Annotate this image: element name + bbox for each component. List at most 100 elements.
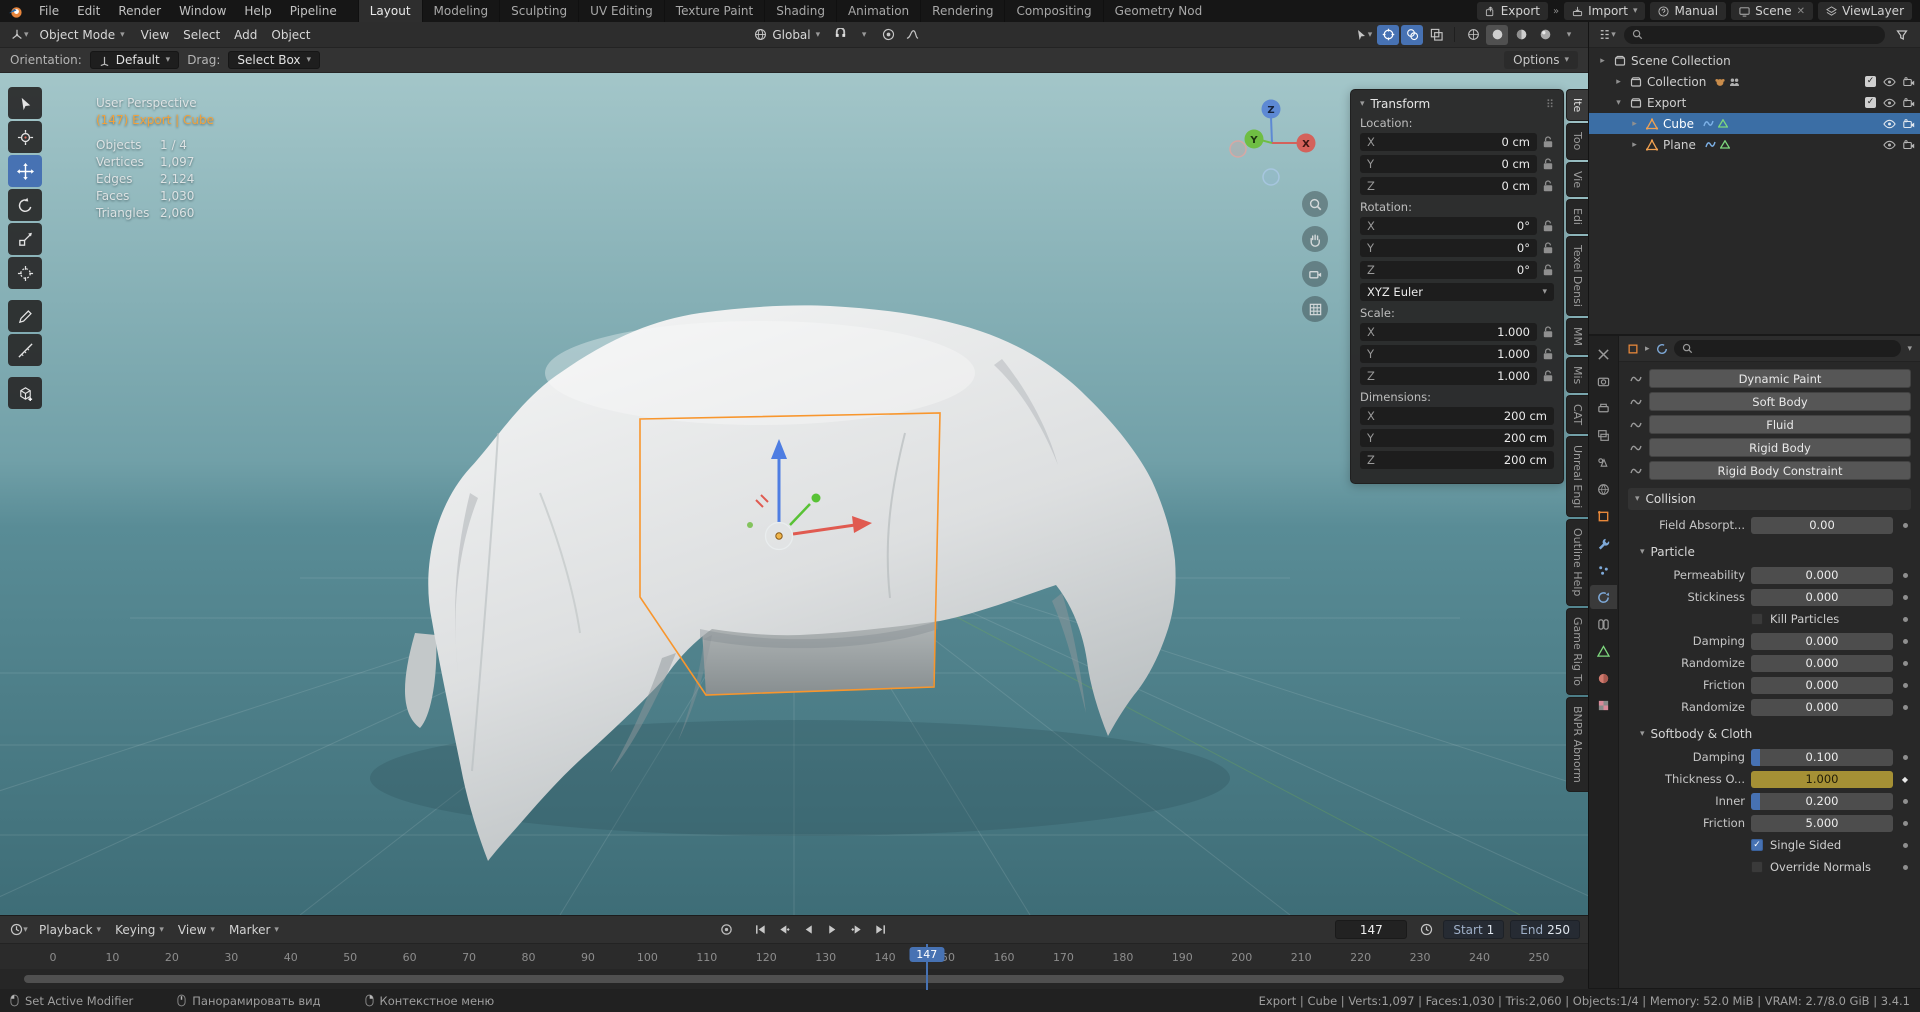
jump-to-end-button[interactable] bbox=[870, 920, 892, 939]
particles-tab-icon[interactable] bbox=[1590, 558, 1617, 582]
drag-setting-dropdown[interactable]: Select Box ▾ bbox=[228, 51, 320, 69]
sidebar-tab[interactable]: Vie bbox=[1566, 162, 1588, 197]
checkbox[interactable] bbox=[1751, 613, 1763, 625]
camera-view-icon[interactable] bbox=[1302, 261, 1328, 287]
timeline-menu-item[interactable]: Marker▾ bbox=[222, 923, 286, 937]
snap-magnet-icon[interactable] bbox=[829, 25, 851, 45]
viewlayer-selector[interactable]: ViewLayer bbox=[1818, 2, 1912, 20]
disable-render-camera-icon[interactable] bbox=[1903, 77, 1915, 87]
current-frame-badge[interactable]: 147 bbox=[909, 947, 944, 962]
viewport-menu-item[interactable]: Add bbox=[227, 27, 264, 43]
lock-icon[interactable] bbox=[1542, 158, 1554, 170]
lock-icon[interactable] bbox=[1542, 242, 1554, 254]
zoom-icon[interactable] bbox=[1302, 191, 1328, 217]
show-overlays-toggle[interactable] bbox=[1401, 25, 1423, 45]
annotate-tool-button[interactable] bbox=[8, 300, 42, 332]
outliner-row-collection[interactable]: ▸ Collection ✓ bbox=[1589, 71, 1920, 92]
animate-dot-icon[interactable] bbox=[1899, 755, 1911, 760]
animate-dot-icon[interactable] bbox=[1899, 617, 1911, 622]
sidebar-tab[interactable]: BNPR Abnorm bbox=[1566, 697, 1588, 792]
viewport-menu-item[interactable]: Select bbox=[176, 27, 227, 43]
toggle-xray-icon[interactable] bbox=[1425, 25, 1447, 45]
frame-start-field[interactable]: Start 1 bbox=[1443, 920, 1504, 939]
scale-tool-button[interactable] bbox=[8, 223, 42, 255]
render-tab-icon[interactable] bbox=[1590, 369, 1617, 393]
editor-type-icon[interactable]: ▾ bbox=[8, 25, 31, 45]
drag-grip-icon[interactable]: ⠿ bbox=[1546, 98, 1554, 111]
value-slider[interactable]: 0.000 bbox=[1751, 677, 1893, 694]
use-preview-range-icon[interactable] bbox=[1415, 920, 1437, 940]
sidebar-tab[interactable]: MM bbox=[1566, 318, 1588, 355]
transform-tool-button[interactable] bbox=[8, 257, 42, 289]
workspace-tab[interactable]: Compositing bbox=[1004, 0, 1102, 22]
topbar-menu-item[interactable]: Help bbox=[235, 0, 280, 22]
viewport-menu-item[interactable]: Object bbox=[264, 27, 317, 43]
shading-solid-icon[interactable] bbox=[1486, 25, 1508, 45]
disclosure-icon[interactable]: ▸ bbox=[1613, 77, 1624, 87]
checkbox[interactable] bbox=[1751, 839, 1763, 851]
grid-view-icon[interactable] bbox=[1302, 296, 1328, 322]
outliner-row-export[interactable]: ▾ Export ✓ bbox=[1589, 92, 1920, 113]
animate-dot-icon[interactable] bbox=[1899, 821, 1911, 826]
number-field[interactable]: X200 cm bbox=[1360, 407, 1554, 425]
animate-dot-icon[interactable] bbox=[1899, 523, 1911, 528]
animate-dot-icon[interactable] bbox=[1899, 573, 1911, 578]
timeline-editor-icon[interactable]: ▾ bbox=[8, 920, 30, 940]
sidebar-tab[interactable]: Game Rig To bbox=[1566, 608, 1588, 695]
sidebar-tab[interactable]: Too bbox=[1566, 123, 1588, 159]
sidebar-tab[interactable]: Ite bbox=[1566, 89, 1588, 121]
enable-physics-button[interactable]: Fluid bbox=[1649, 415, 1911, 434]
falloff-curve-icon[interactable] bbox=[901, 25, 923, 45]
options-button[interactable]: Options ▾ bbox=[1504, 51, 1578, 69]
disable-render-camera-icon[interactable] bbox=[1903, 140, 1915, 150]
tool-tab-icon[interactable] bbox=[1590, 342, 1617, 366]
animate-dot-icon[interactable] bbox=[1899, 843, 1911, 848]
constraints-tab-icon[interactable] bbox=[1590, 612, 1617, 636]
number-field[interactable]: X0° bbox=[1360, 217, 1537, 235]
move-tool-button[interactable] bbox=[8, 155, 42, 187]
play-reverse-button[interactable] bbox=[798, 920, 820, 939]
shading-material-icon[interactable] bbox=[1510, 25, 1532, 45]
modifiers-tab-icon[interactable] bbox=[1590, 531, 1617, 555]
sidebar-tab[interactable]: Unreal Engi bbox=[1566, 436, 1588, 517]
animate-dot-icon[interactable] bbox=[1899, 683, 1911, 688]
sidebar-tab[interactable]: Edi bbox=[1566, 199, 1588, 234]
hide-eye-icon[interactable] bbox=[1883, 140, 1896, 150]
shading-rendered-icon[interactable] bbox=[1534, 25, 1556, 45]
workspace-tab[interactable]: Shading bbox=[764, 0, 836, 22]
measure-tool-button[interactable] bbox=[8, 334, 42, 366]
animate-dot-icon[interactable] bbox=[1899, 661, 1911, 666]
hide-eye-icon[interactable] bbox=[1883, 119, 1896, 129]
field-absorption-field[interactable]: 0.00 bbox=[1751, 517, 1893, 534]
lock-icon[interactable] bbox=[1542, 326, 1554, 338]
outliner-editor-icon[interactable]: ▾ bbox=[1596, 25, 1618, 45]
hide-eye-icon[interactable] bbox=[1883, 98, 1896, 108]
frame-end-field[interactable]: End 250 bbox=[1510, 920, 1580, 939]
scene-tab-icon[interactable] bbox=[1590, 450, 1617, 474]
value-slider[interactable]: 0.000 bbox=[1751, 655, 1893, 672]
workspace-tab[interactable]: Animation bbox=[836, 0, 920, 22]
lock-icon[interactable] bbox=[1542, 220, 1554, 232]
disable-render-camera-icon[interactable] bbox=[1903, 98, 1915, 108]
snap-settings-dropdown[interactable]: ▾ bbox=[853, 25, 875, 45]
enable-physics-button[interactable]: Rigid Body bbox=[1649, 438, 1911, 457]
properties-search-input[interactable] bbox=[1698, 342, 1894, 356]
sidebar-tab[interactable]: Mis bbox=[1566, 357, 1588, 393]
number-field[interactable]: Y0 cm bbox=[1360, 155, 1537, 173]
value-slider[interactable]: 0.000 bbox=[1751, 633, 1893, 650]
import-button[interactable]: Import ▾ bbox=[1564, 2, 1645, 20]
number-field[interactable]: Z1.000 bbox=[1360, 367, 1537, 385]
workspace-tab[interactable]: Layout bbox=[358, 0, 422, 22]
shading-wireframe-icon[interactable] bbox=[1462, 25, 1484, 45]
outliner-search[interactable] bbox=[1624, 26, 1885, 44]
number-field[interactable]: Z200 cm bbox=[1360, 451, 1554, 469]
timeline-scrollbar[interactable] bbox=[24, 975, 1564, 983]
object-tab-icon[interactable] bbox=[1590, 504, 1617, 528]
current-frame-field[interactable]: 147 bbox=[1335, 920, 1407, 939]
workspace-tab[interactable]: Geometry Nod bbox=[1103, 0, 1214, 22]
animate-dot-icon[interactable] bbox=[1899, 639, 1911, 644]
softbody-subsection-header[interactable]: ▾ Softbody & Cloth bbox=[1628, 724, 1911, 744]
workspace-tab[interactable]: Texture Paint bbox=[664, 0, 764, 22]
particle-subsection-header[interactable]: ▾ Particle bbox=[1628, 542, 1911, 562]
value-slider[interactable]: 0.000 bbox=[1751, 589, 1893, 606]
